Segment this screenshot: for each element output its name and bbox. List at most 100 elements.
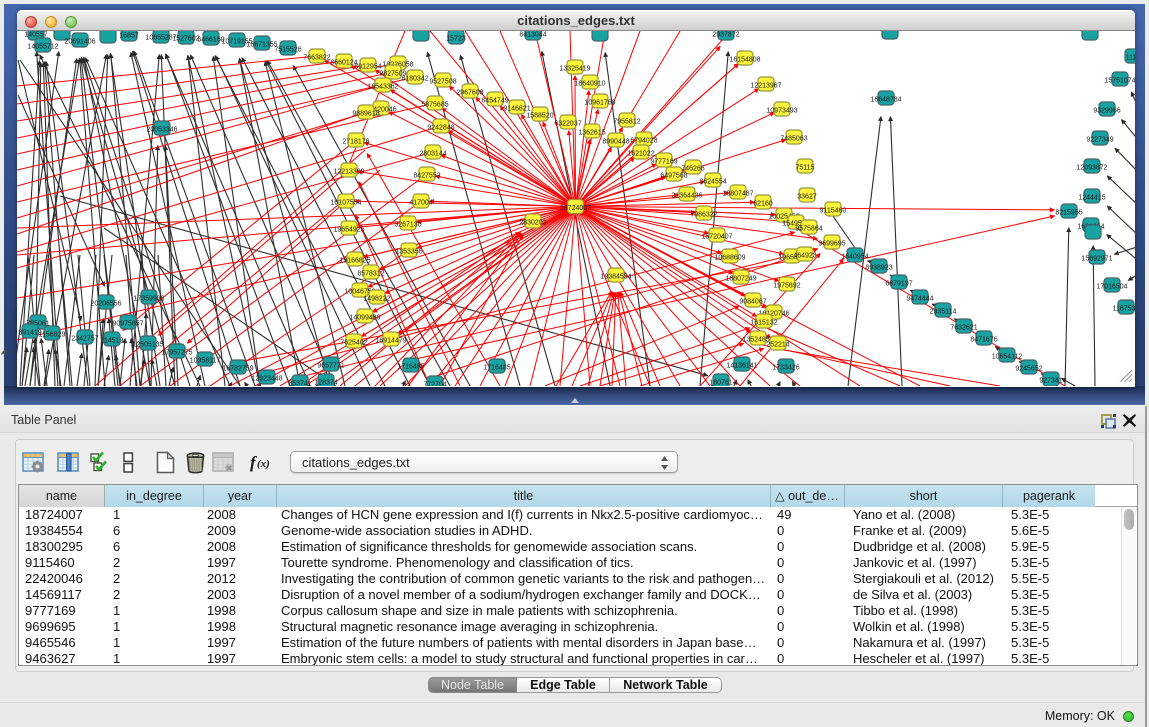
svg-text:15723: 15723 [446,36,466,43]
svg-text:90975857: 90975857 [112,321,143,328]
svg-text:8471676: 8471676 [970,337,997,344]
svg-text:7515526: 7515526 [274,47,301,54]
svg-text:1112: 1112 [1126,55,1135,62]
svg-text:8215955: 8215955 [1055,210,1082,217]
svg-text:17016504: 17016504 [1096,284,1127,291]
svg-text:1362615: 1362615 [578,130,605,137]
svg-text:15751074: 15751074 [1104,78,1135,85]
svg-text:1527602: 1527602 [172,36,199,43]
svg-text:9474444: 9474444 [906,296,933,303]
svg-text:12093872: 12093872 [1076,165,1107,172]
svg-text:13325419: 13325419 [559,66,590,73]
svg-text:1615132: 1615132 [750,320,777,327]
svg-text:252214: 252214 [766,342,789,349]
svg-text:2967608: 2967608 [456,90,483,97]
svg-text:7625402: 7625402 [340,340,367,347]
svg-text:9242848: 9242848 [427,125,454,132]
svg-text:464923: 464923 [793,253,816,260]
svg-text:927341: 927341 [1039,378,1062,385]
svg-text:1716485: 1716485 [483,365,510,372]
svg-text:114519: 114519 [101,338,124,345]
svg-text:1353356: 1353356 [395,249,422,256]
svg-text:17359938: 17359938 [133,296,164,303]
svg-text:18724007: 18724007 [560,205,591,212]
svg-text:10973493: 10973493 [766,108,797,115]
svg-text:16671355: 16671355 [246,42,277,49]
svg-text:12923448: 12923448 [251,376,282,383]
svg-text:9084067: 9084067 [739,299,766,306]
svg-text:2342757: 2342757 [71,336,98,343]
svg-text:19654925: 19654925 [333,227,364,234]
svg-text:8938923: 8938923 [865,265,892,272]
svg-text:1244415: 1244415 [1078,195,1105,202]
svg-text:16857: 16857 [119,33,139,40]
svg-text:1588520: 1588520 [526,113,553,120]
svg-text:8578312: 8578312 [357,271,384,278]
svg-text:20053346: 20053346 [146,127,177,134]
svg-text:1498222: 1498222 [363,296,390,303]
svg-text:9889618: 9889618 [352,111,379,118]
svg-text:6497568: 6497568 [660,173,687,180]
svg-text:7632621: 7632621 [950,325,977,332]
svg-text:62160: 62160 [753,201,773,208]
svg-text:1975692: 1975692 [773,283,800,290]
svg-text:10961768: 10961768 [584,100,615,107]
svg-text:772704: 772704 [423,382,446,386]
svg-text:8180342: 8180342 [401,76,428,83]
svg-text:1640954: 1640954 [841,254,868,261]
svg-text:16914479: 16914479 [375,338,406,345]
svg-text:16543362: 16543362 [367,84,398,91]
svg-text:19166825: 19166825 [339,258,370,265]
svg-text:9329966: 9329966 [1093,108,1120,115]
svg-text:7663822: 7663822 [303,55,330,62]
svg-text:75115: 75115 [796,165,815,172]
svg-text:(x): (x) [257,458,270,470]
svg-text:10688609: 10688609 [714,255,745,262]
svg-text:19384554: 19384554 [600,274,631,281]
svg-text:8427552: 8427552 [413,173,440,180]
svg-text:6879197: 6879197 [885,281,912,288]
svg-text:14099489: 14099489 [349,315,380,322]
svg-text:7986322: 7986322 [690,212,717,219]
svg-text:9527508: 9527508 [429,79,456,86]
svg-text:6794028: 6794028 [630,138,657,145]
svg-text:12505135: 12505135 [132,342,163,349]
svg-text:8990448: 8990448 [602,139,629,146]
svg-text:7485063: 7485063 [780,136,807,143]
svg-text:16107554: 16107554 [330,200,361,207]
svg-text:7955812: 7955812 [613,119,640,126]
svg-text:417004: 417004 [409,200,432,207]
svg-text:20206556: 20206556 [90,301,121,308]
svg-text:2718176: 2718176 [342,139,369,146]
svg-text:853741: 853741 [288,381,311,386]
svg-text:8454749: 8454749 [481,98,508,105]
svg-text:15720407: 15720407 [701,234,732,241]
svg-text:3624554: 3624554 [699,179,726,186]
svg-text:9575864: 9575864 [795,226,822,233]
svg-text:128374: 128374 [314,380,337,386]
svg-text:18807249: 18807249 [725,276,756,283]
svg-text:12213369: 12213369 [333,169,364,176]
svg-text:17957275: 17957275 [161,350,192,357]
svg-text:10807487: 10807487 [722,191,753,198]
svg-text:746266: 746266 [681,166,704,173]
svg-text:20691406: 20691406 [64,39,95,46]
svg-text:9699695: 9699695 [818,241,845,248]
svg-text:12213967: 12213967 [750,83,781,90]
svg-text:5875685: 5875685 [421,102,448,109]
svg-text:15692971: 15692971 [1081,256,1112,263]
svg-text:10654112: 10654112 [992,354,1023,361]
svg-text:3267130: 3267130 [394,222,421,229]
svg-text:10958117: 10958117 [190,358,221,365]
svg-text:6322037: 6322037 [554,121,581,128]
svg-text:16782759: 16782759 [222,366,253,373]
svg-text:1716485: 1716485 [397,364,424,371]
svg-text:14136141: 14136141 [726,363,757,370]
svg-text:16648784: 16648784 [870,97,901,104]
svg-text:9146821: 9146821 [503,106,530,113]
svg-text:9777169: 9777169 [650,159,677,166]
svg-text:9227349: 9227349 [1086,137,1113,144]
svg-text:1156829: 1156829 [39,332,66,339]
svg-text:1621022: 1621022 [627,151,654,158]
svg-text:2830203: 2830203 [519,220,546,227]
